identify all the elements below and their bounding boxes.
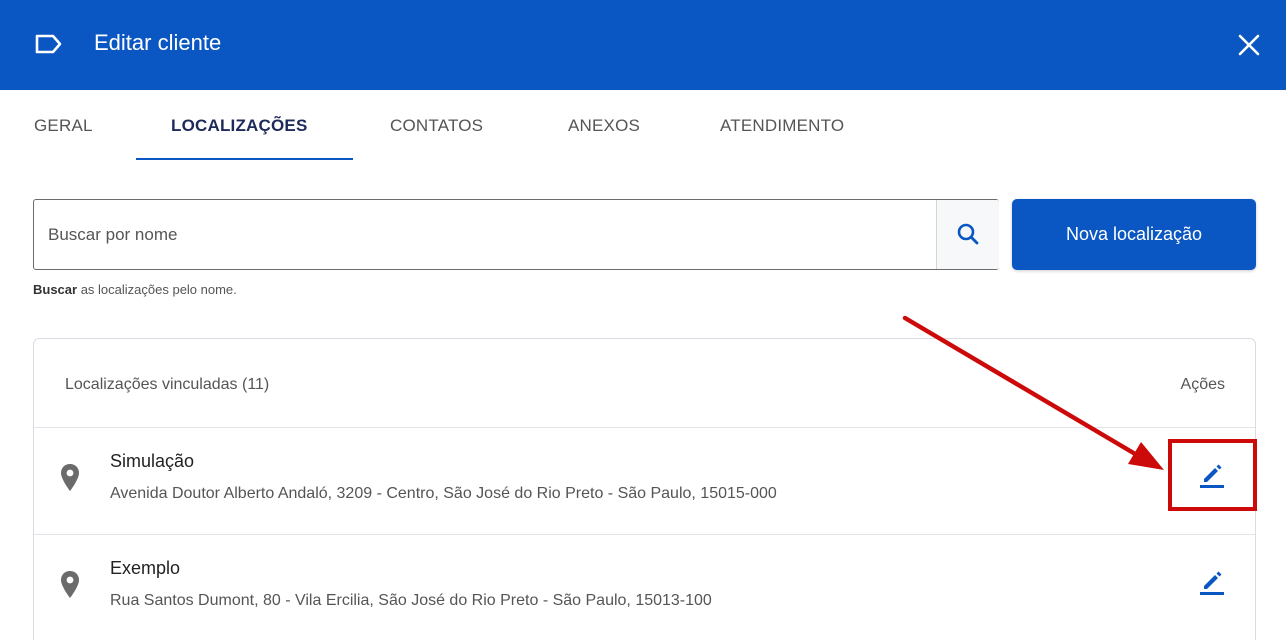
locations-card: Localizações vinculadas (11) Ações Simul… bbox=[33, 338, 1256, 640]
helper-rest: as localizações pelo nome. bbox=[77, 282, 237, 297]
location-row: Exemplo Rua Santos Dumont, 80 - Vila Erc… bbox=[34, 535, 1255, 640]
tab-localizacoes[interactable]: LOCALIZAÇÕES bbox=[171, 116, 308, 136]
location-pin-icon bbox=[61, 571, 79, 598]
tab-atendimento[interactable]: ATENDIMENTO bbox=[720, 116, 844, 136]
location-name: Exemplo bbox=[110, 558, 181, 578]
location-address: Rua Santos Dumont, 80 - Vila Ercilia, Sã… bbox=[110, 592, 712, 609]
search-button[interactable] bbox=[937, 200, 999, 269]
highlight-box bbox=[1168, 439, 1257, 511]
helper-bold: Buscar bbox=[33, 282, 78, 297]
tab-anexos[interactable]: ANEXOS bbox=[568, 116, 640, 136]
label-icon bbox=[35, 34, 62, 54]
location-address: Avenida Doutor Alberto Andaló, 3209 - Ce… bbox=[110, 485, 777, 502]
active-tab-indicator bbox=[136, 158, 353, 160]
edit-icon[interactable] bbox=[1197, 567, 1227, 597]
dialog-header: Editar cliente bbox=[0, 0, 1286, 90]
location-name: Simulação bbox=[110, 451, 195, 471]
dialog-title: Editar cliente bbox=[94, 30, 222, 55]
locations-card-header: Localizações vinculadas (11) Ações bbox=[34, 339, 1255, 428]
location-pin-icon bbox=[61, 464, 79, 491]
location-row: Simulação Avenida Doutor Alberto Andaló,… bbox=[34, 428, 1255, 535]
close-icon[interactable] bbox=[1236, 32, 1262, 58]
actions-column-header: Ações bbox=[1180, 376, 1225, 393]
search-input[interactable] bbox=[48, 222, 928, 248]
search-icon bbox=[957, 223, 979, 245]
locations-count-title: Localizações vinculadas (11) bbox=[65, 376, 270, 393]
tab-contatos[interactable]: CONTATOS bbox=[390, 116, 483, 136]
new-location-button[interactable]: Nova localização bbox=[1012, 199, 1256, 270]
tab-bar: GERAL LOCALIZAÇÕES CONTATOS ANEXOS ATEND… bbox=[0, 90, 1286, 162]
search-helper-text: Buscar as localizações pelo nome. bbox=[33, 282, 237, 297]
search-field bbox=[33, 199, 999, 270]
tab-geral[interactable]: GERAL bbox=[34, 116, 93, 136]
